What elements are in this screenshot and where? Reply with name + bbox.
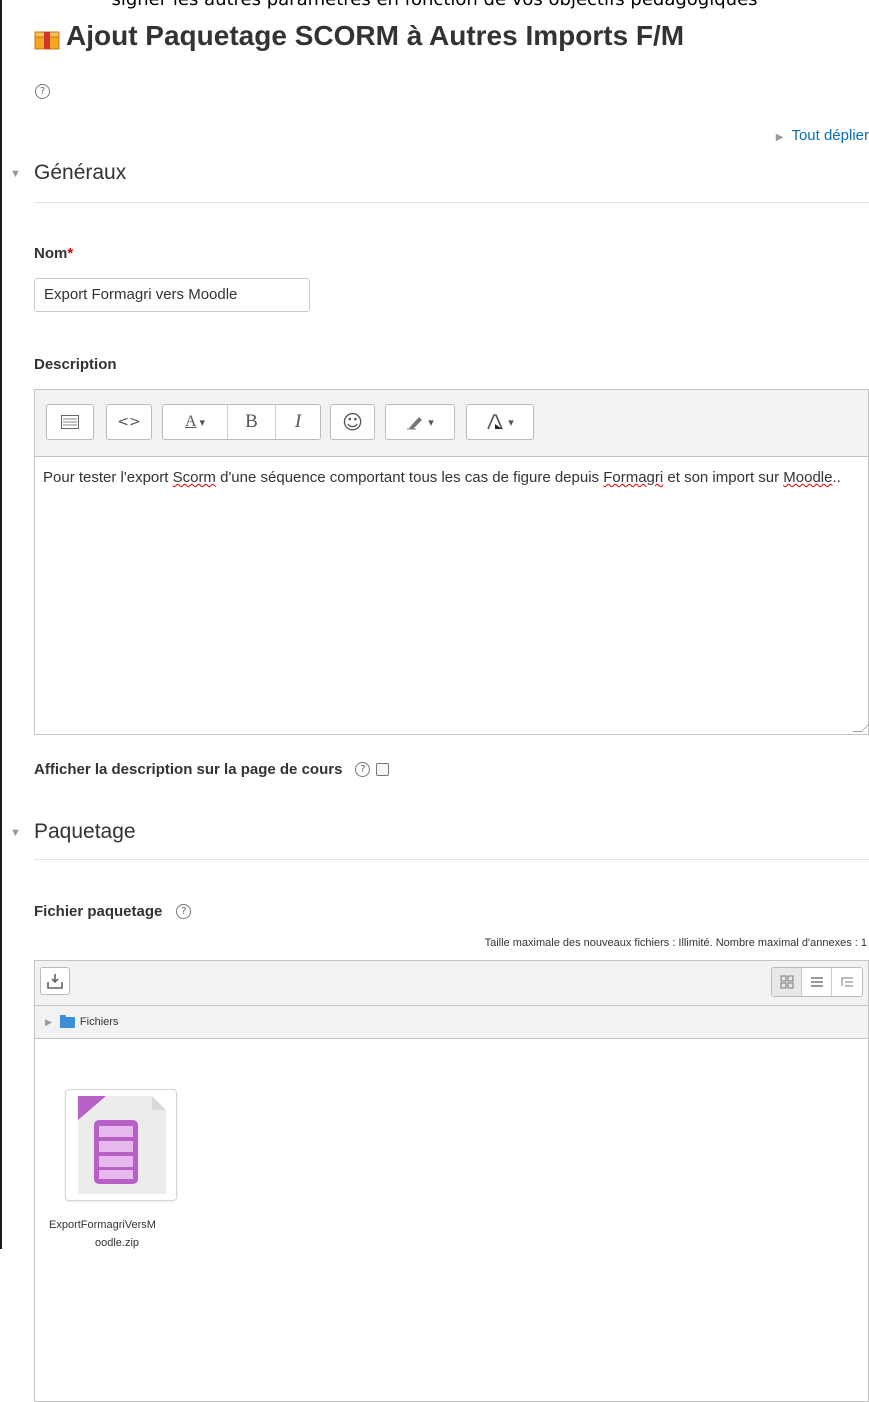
chevron-down-icon: ▾	[200, 416, 206, 429]
file-manager-toolbar	[35, 961, 868, 1006]
scorm-file-thumbnail[interactable]	[65, 1089, 177, 1201]
collapse-caret-icon: ▼	[10, 827, 21, 839]
folder-icon	[60, 1017, 75, 1028]
chevron-down-icon: ▾	[428, 416, 434, 429]
scorm-package-icon	[66, 1090, 176, 1200]
file-name-continued: oodle.zip	[95, 1237, 139, 1249]
paragraph-style-button[interactable]: A▾	[163, 405, 228, 439]
resize-handle[interactable]	[853, 723, 869, 732]
show-description-checkbox[interactable]	[376, 763, 389, 776]
download-icon[interactable]	[40, 967, 70, 995]
document-caption: signer les autres paramètres en fonction…	[0, 0, 869, 9]
required-mark: *	[67, 245, 73, 262]
spellcheck-word: Scorm	[173, 469, 216, 486]
section-general-header[interactable]: ▼ Généraux	[34, 161, 126, 185]
package-file-help-icon[interactable]: ?	[176, 904, 191, 919]
package-file-row: Fichier paquetage ?	[34, 903, 191, 920]
file-limits-note: Taille maximale des nouveaux fichiers : …	[485, 937, 867, 949]
tree-view-icon[interactable]	[832, 968, 862, 996]
page-title: Ajout Paquetage SCORM à Autres Imports F…	[34, 20, 684, 52]
file-manager-path[interactable]: ▶ Fichiers	[35, 1006, 868, 1039]
keyboard-toggle-icon[interactable]	[47, 405, 93, 439]
description-editor-content[interactable]: Pour tester l'export Scorm d'une séquenc…	[35, 457, 868, 498]
package-file-label: Fichier paquetage	[34, 903, 162, 920]
show-description-row: Afficher la description sur la page de c…	[34, 761, 389, 778]
list-view-icon[interactable]	[802, 968, 832, 996]
editor-toolbar: <> A▾ B I ☺ ▾ ▾	[35, 390, 868, 457]
file-manager: ▶ Fichiers ExportFormagriVersM oodle.zip	[34, 960, 869, 1402]
emoticon-button[interactable]: ☺	[331, 405, 374, 439]
spellcheck-word: Formagri	[603, 469, 663, 486]
expand-triangle-icon: ▶	[45, 1017, 52, 1028]
expand-all-link[interactable]: ▶Tout déplier	[776, 127, 869, 144]
page-title-text: Ajout Paquetage SCORM à Autres Imports F…	[66, 20, 684, 52]
collapse-caret-icon: ▼	[10, 168, 21, 180]
expand-triangle-icon: ▶	[776, 132, 784, 143]
name-input[interactable]: Export Formagri vers Moodle	[34, 278, 310, 312]
spellcheck-word: Moodle	[783, 469, 832, 486]
path-label: Fichiers	[80, 1016, 119, 1028]
view-mode-group	[771, 967, 863, 997]
page-border	[0, 0, 2, 1249]
section-divider	[34, 202, 869, 203]
show-description-help-icon[interactable]: ?	[355, 762, 370, 777]
file-name[interactable]: ExportFormagriVersM	[49, 1219, 156, 1231]
section-package-header[interactable]: ▼ Paquetage	[34, 820, 136, 844]
file-area: ExportFormagriVersM oodle.zip	[35, 1039, 868, 1399]
section-divider	[34, 859, 869, 860]
description-editor[interactable]: <> A▾ B I ☺ ▾ ▾ Pour tester l'export Sco…	[34, 389, 869, 735]
icon-view-icon[interactable]	[772, 968, 802, 996]
title-help-icon[interactable]: ?	[35, 84, 50, 99]
text-color-icon[interactable]: ▾	[467, 405, 533, 439]
name-label: Nom*	[34, 245, 73, 262]
description-label: Description	[34, 356, 117, 373]
package-icon	[34, 25, 60, 47]
italic-button[interactable]: I	[276, 405, 320, 439]
clear-formatting-icon[interactable]: ▾	[386, 405, 454, 439]
show-description-label: Afficher la description sur la page de c…	[34, 761, 342, 778]
html-code-icon[interactable]: <>	[107, 405, 151, 439]
bold-button[interactable]: B	[228, 405, 276, 439]
chevron-down-icon: ▾	[508, 416, 514, 429]
